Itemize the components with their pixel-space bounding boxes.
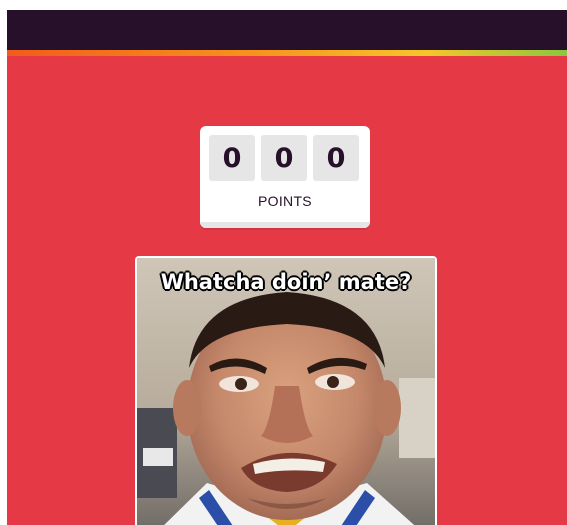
score-digit-hundreds: 0	[209, 135, 255, 181]
score-digit-tens: 0	[261, 135, 307, 181]
meme-photo	[137, 258, 435, 525]
points-label: POINTS	[258, 193, 312, 209]
score-digits: 0 0 0	[209, 135, 359, 181]
score-digit-ones: 0	[313, 135, 359, 181]
top-bar	[7, 10, 567, 50]
meme-image-card: Whatcha doin’ mate?	[135, 256, 437, 525]
score-card-base	[200, 222, 370, 228]
meme-caption: Whatcha doin’ mate?	[160, 270, 412, 294]
score-card: 0 0 0 POINTS	[200, 126, 370, 228]
accent-stripe	[7, 50, 567, 56]
game-frame: 0 0 0 POINTS Whatcha doin’ mate?	[7, 10, 567, 525]
